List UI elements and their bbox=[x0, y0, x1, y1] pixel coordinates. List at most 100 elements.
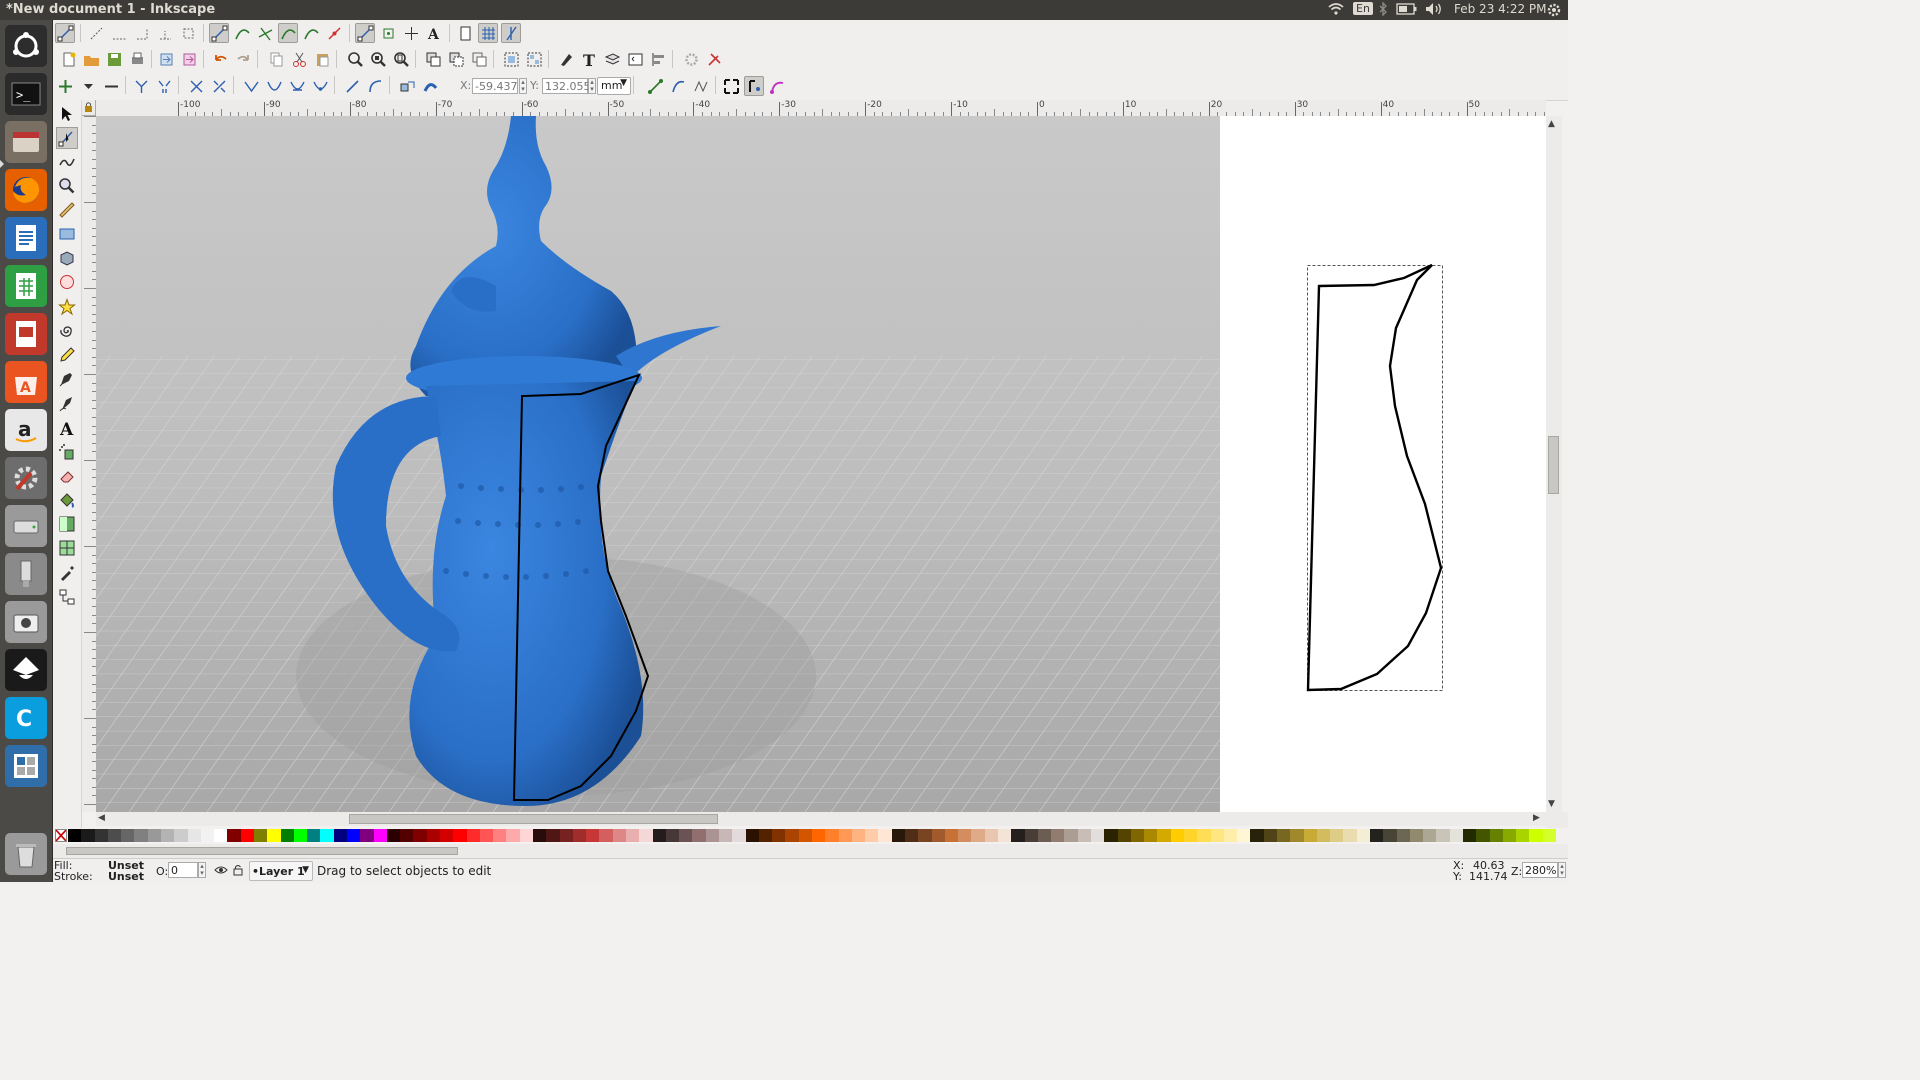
color-swatch[interactable] bbox=[1330, 829, 1344, 842]
zoom-tool-button[interactable] bbox=[56, 175, 78, 197]
undo-button[interactable] bbox=[210, 49, 230, 69]
color-swatch[interactable] bbox=[599, 829, 614, 842]
color-swatch[interactable] bbox=[121, 829, 135, 842]
color-swatch[interactable] bbox=[1184, 829, 1198, 842]
color-swatch[interactable] bbox=[692, 829, 707, 842]
star-tool-button[interactable] bbox=[56, 296, 78, 318]
document-properties-button[interactable] bbox=[704, 49, 724, 69]
color-swatch[interactable] bbox=[161, 829, 175, 842]
unlink-clone-button[interactable] bbox=[469, 49, 489, 69]
vertical-ruler[interactable] bbox=[82, 116, 97, 812]
color-swatch[interactable] bbox=[1502, 829, 1517, 842]
launcher-disk[interactable] bbox=[5, 505, 47, 547]
horizontal-scrollbar[interactable]: ◀ ▶ bbox=[96, 812, 1546, 826]
color-swatch[interactable] bbox=[1263, 829, 1278, 842]
xml-editor-button[interactable] bbox=[625, 49, 645, 69]
show-bezier-handles-button[interactable] bbox=[668, 76, 688, 96]
zoom-spin-button[interactable]: ▴ ▾ bbox=[1558, 862, 1566, 878]
color-swatch[interactable] bbox=[586, 829, 600, 842]
color-swatch[interactable] bbox=[679, 829, 693, 842]
snap-text-baseline-button[interactable]: A bbox=[424, 23, 444, 43]
eye-icon[interactable] bbox=[214, 863, 228, 880]
snap-cusp-nodes-button[interactable] bbox=[278, 23, 298, 43]
snap-path-intersections-button[interactable] bbox=[255, 23, 275, 43]
opacity-input[interactable]: 0 bbox=[168, 862, 198, 878]
print-document-button[interactable] bbox=[127, 49, 147, 69]
color-swatch[interactable] bbox=[187, 829, 202, 842]
color-swatch[interactable] bbox=[652, 829, 667, 842]
node-tool-button[interactable] bbox=[56, 127, 78, 149]
traced-profile-object[interactable] bbox=[1306, 263, 1443, 692]
horizontal-scroll-thumb[interactable] bbox=[349, 814, 718, 824]
color-swatch[interactable] bbox=[612, 829, 627, 842]
color-swatch[interactable] bbox=[1237, 829, 1251, 842]
snap-bbox-centers-button[interactable] bbox=[178, 23, 198, 43]
color-swatch[interactable] bbox=[732, 829, 746, 842]
color-swatch[interactable] bbox=[559, 829, 574, 842]
color-swatch[interactable] bbox=[785, 829, 800, 842]
reference-bitmap[interactable] bbox=[96, 116, 1220, 812]
color-swatch[interactable] bbox=[851, 829, 866, 842]
keyboard-layout-indicator[interactable]: En bbox=[1353, 2, 1373, 15]
color-swatch[interactable] bbox=[825, 829, 839, 842]
eraser-tool-button[interactable] bbox=[56, 465, 78, 487]
color-swatch[interactable] bbox=[94, 829, 109, 842]
color-swatch[interactable] bbox=[426, 829, 441, 842]
clone-button[interactable] bbox=[446, 49, 466, 69]
color-swatch[interactable] bbox=[1277, 829, 1291, 842]
segment-to-line-button[interactable] bbox=[342, 76, 362, 96]
paste-button[interactable] bbox=[312, 49, 332, 69]
color-swatch[interactable] bbox=[333, 829, 348, 842]
break-path-button[interactable] bbox=[154, 76, 174, 96]
text-tool-button[interactable]: A bbox=[56, 417, 78, 439]
color-swatch[interactable] bbox=[1449, 829, 1464, 842]
color-swatch[interactable] bbox=[293, 829, 308, 842]
color-swatch[interactable] bbox=[240, 829, 255, 842]
color-swatch[interactable] bbox=[944, 829, 959, 842]
tweak-tool-button[interactable] bbox=[56, 151, 78, 173]
palette-scroll-thumb[interactable] bbox=[66, 847, 458, 855]
color-swatch[interactable] bbox=[214, 829, 228, 842]
color-swatch[interactable] bbox=[280, 829, 295, 842]
color-swatch[interactable] bbox=[1489, 829, 1504, 842]
color-swatch[interactable] bbox=[493, 829, 507, 842]
launcher-screenshot-camera[interactable] bbox=[5, 601, 47, 643]
save-document-button[interactable] bbox=[104, 49, 124, 69]
y-coordinate-input[interactable]: 132.055 bbox=[542, 78, 591, 94]
snap-grids-button[interactable] bbox=[478, 23, 498, 43]
launcher-libreoffice-impress[interactable] bbox=[5, 313, 47, 355]
selector-tool-button[interactable] bbox=[56, 103, 78, 125]
launcher-cura[interactable]: C bbox=[5, 697, 47, 739]
snap-object-centers-button[interactable] bbox=[378, 23, 398, 43]
color-swatch[interactable] bbox=[705, 829, 720, 842]
align-distribute-button[interactable] bbox=[648, 49, 668, 69]
snap-bbox-midpoints-button[interactable] bbox=[155, 23, 175, 43]
color-swatch[interactable] bbox=[147, 829, 162, 842]
preferences-button[interactable] bbox=[681, 49, 701, 69]
3d-box-tool-button[interactable] bbox=[56, 247, 78, 269]
zoom-drawing-button[interactable] bbox=[368, 49, 388, 69]
color-swatch[interactable] bbox=[639, 829, 653, 842]
scroll-up-arrow[interactable]: ▲ bbox=[1548, 119, 1555, 129]
edit-path-effect-button[interactable] bbox=[767, 76, 787, 96]
snap-smooth-nodes-button[interactable] bbox=[301, 23, 321, 43]
color-swatch[interactable] bbox=[838, 829, 853, 842]
color-swatch[interactable] bbox=[360, 829, 374, 842]
layer-lock-icon[interactable] bbox=[232, 863, 244, 880]
rectangle-tool-button[interactable] bbox=[56, 223, 78, 245]
color-swatch[interactable] bbox=[254, 829, 268, 842]
snap-others-button[interactable] bbox=[355, 23, 375, 43]
color-swatch[interactable] bbox=[878, 829, 893, 842]
show-transform-handles-button[interactable] bbox=[645, 76, 665, 96]
color-swatch[interactable] bbox=[1170, 829, 1185, 842]
launcher-usb-drive[interactable] bbox=[5, 553, 47, 595]
battery-icon[interactable] bbox=[1396, 2, 1418, 19]
color-swatch[interactable] bbox=[134, 829, 149, 842]
vertical-scroll-thumb[interactable] bbox=[1548, 436, 1559, 494]
color-swatch[interactable] bbox=[267, 829, 281, 842]
color-swatch[interactable] bbox=[1064, 829, 1079, 842]
launcher-libreoffice-calc[interactable] bbox=[5, 265, 47, 307]
pencil-tool-button[interactable] bbox=[56, 344, 78, 366]
color-swatch[interactable] bbox=[1250, 829, 1265, 842]
color-swatch[interactable] bbox=[174, 829, 188, 842]
